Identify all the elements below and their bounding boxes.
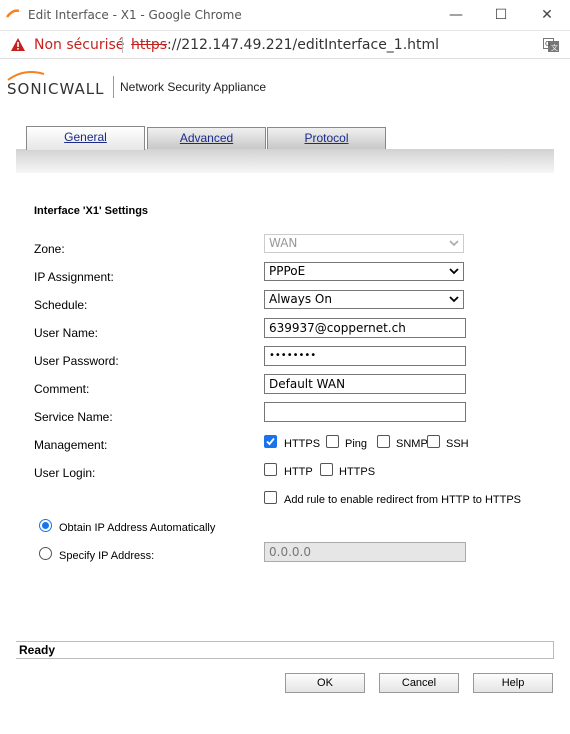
svg-text:G: G [545,40,550,48]
management-ping-label: Ping [345,438,368,450]
cancel-button[interactable]: Cancel [379,673,459,693]
tab-general[interactable]: General [26,126,145,150]
tab-protocol[interactable]: Protocol [267,127,386,149]
service-name-input[interactable] [264,402,466,422]
zone-select[interactable]: WAN [264,234,464,253]
tab-protocol-label: Protocol [304,131,349,145]
user-password-input[interactable]: •••••••• [264,346,466,366]
maximize-icon[interactable]: ☐ [491,6,511,24]
schedule-label: Schedule: [34,298,88,312]
tab-panel-header [16,149,554,173]
user-login-https-label: HTTPS [339,466,376,478]
specify-ip-radio[interactable] [39,547,52,560]
user-login-label: User Login: [34,466,96,480]
brand-logo: SONICWALL [7,80,105,98]
management-ssh-checkbox[interactable] [427,435,440,448]
specify-ip-input[interactable]: 0.0.0.0 [264,542,466,562]
user-name-label: User Name: [34,326,99,340]
browser-title-bar: Edit Interface - X1 - Google Chrome — ☐ … [0,0,570,31]
comment-label: Comment: [34,382,90,396]
help-button[interactable]: Help [473,673,553,693]
management-label: Management: [34,438,108,452]
tab-advanced[interactable]: Advanced [147,127,266,149]
zone-label: Zone: [34,242,65,256]
service-name-label: Service Name: [34,410,113,424]
comment-input[interactable]: Default WAN [264,374,466,394]
management-ping-checkbox[interactable] [326,435,339,448]
ip-assignment-label: IP Assignment: [34,270,114,284]
svg-text:文: 文 [551,43,558,52]
url-rest: ://212.147.49.221/editInterface_1.html [167,37,440,53]
user-login-http-checkbox[interactable] [264,463,277,476]
redirect-rule-label: Add rule to enable redirect from HTTP to… [284,494,521,506]
url-text[interactable]: https://212.147.49.221/editInterface_1.h… [131,37,439,53]
obtain-ip-auto-label: Obtain IP Address Automatically [59,522,216,534]
security-label[interactable]: Non sécurisé [34,37,124,53]
management-https-label: HTTPS [284,438,321,450]
status-bar: Ready [16,641,554,659]
address-divider [122,37,123,53]
close-icon[interactable]: ✕ [537,6,557,24]
tab-advanced-label: Advanced [179,131,234,145]
user-name-input[interactable]: 639937@coppernet.ch [264,318,466,338]
user-password-label: User Password: [34,354,119,368]
warning-icon[interactable] [10,37,26,52]
url-scheme: https [131,37,168,53]
minimize-icon[interactable]: — [446,6,466,24]
ok-button[interactable]: OK [285,673,365,693]
user-login-https-checkbox[interactable] [320,463,333,476]
sonicwall-favicon-icon [6,9,20,18]
address-bar[interactable]: Non sécurisé https://212.147.49.221/edit… [0,31,570,59]
redirect-rule-checkbox[interactable] [264,491,277,504]
ip-assignment-wrapper: PPPoE [264,262,464,281]
brand-subtitle: Network Security Appliance [120,80,267,94]
window-title: Edit Interface - X1 - Google Chrome [28,8,242,22]
management-snmp-checkbox[interactable] [377,435,390,448]
schedule-select[interactable]: Always On [264,290,464,309]
section-title: Interface 'X1' Settings [34,205,149,217]
specify-ip-label: Specify IP Address: [59,550,155,562]
ip-assignment-select[interactable]: PPPoE [264,262,464,281]
brand-divider [113,76,114,98]
zone-select-wrapper: WAN [264,234,464,253]
management-snmp-label: SNMP [396,438,428,450]
management-ssh-label: SSH [446,438,469,450]
translate-icon[interactable]: G 文 [543,38,559,52]
management-https-checkbox[interactable] [264,435,277,448]
schedule-wrapper: Always On [264,290,464,309]
obtain-ip-auto-radio[interactable] [39,519,52,532]
checkmark-icon [266,437,275,446]
tab-general-label: General [64,130,107,144]
user-login-http-label: HTTP [284,466,313,478]
